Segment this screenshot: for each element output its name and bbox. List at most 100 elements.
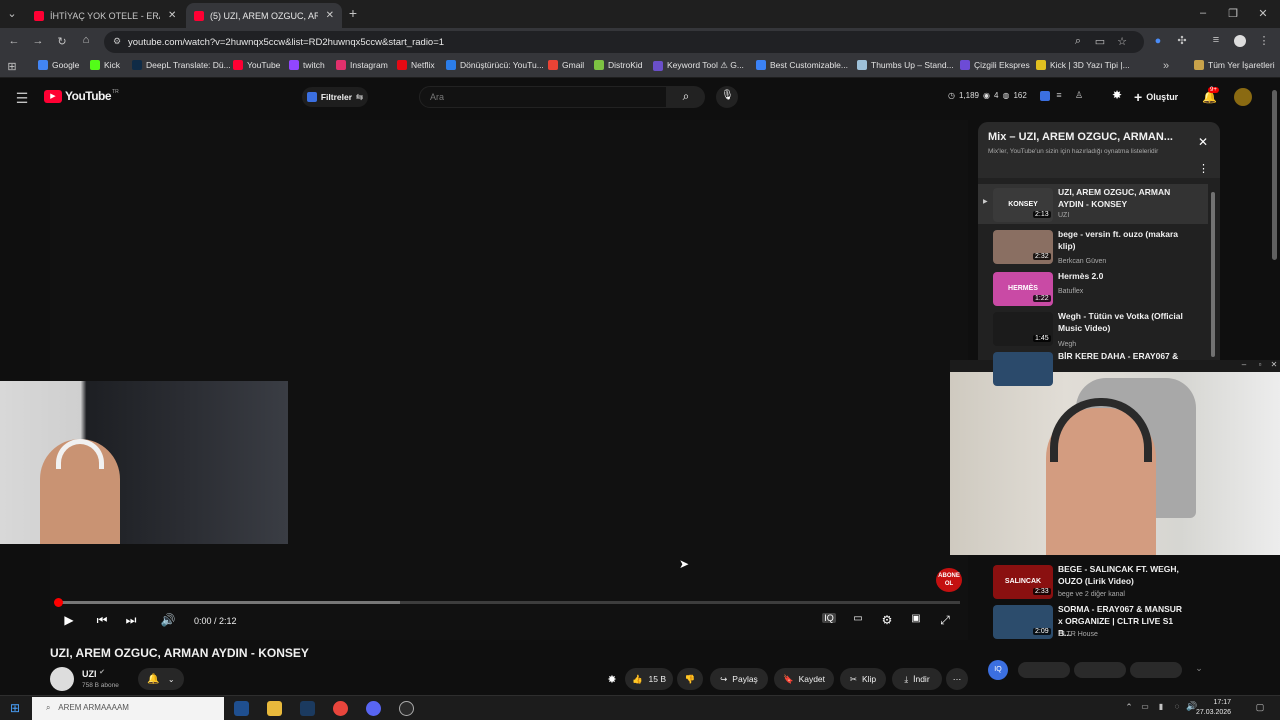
search-input[interactable]: Ara (419, 86, 667, 108)
bookmark-item[interactable]: twitch (289, 60, 325, 70)
taskbar-search-input[interactable]: ⌕ AREM ARMAAAAM (32, 697, 224, 720)
like-button[interactable]: 👍 15 B (625, 668, 673, 690)
extension-pill-3[interactable] (1130, 662, 1182, 678)
bookmark-item[interactable]: Best Customizable... (756, 60, 848, 70)
account-avatar[interactable] (1234, 88, 1252, 106)
cast-icon[interactable]: ▭ (1094, 35, 1106, 48)
fullscreen-icon[interactable]: ⤢ (938, 613, 952, 628)
download-button[interactable]: ⤓ İndir (892, 668, 942, 690)
bookmark-item[interactable]: Keyword Tool ⚠ G... (653, 60, 744, 71)
all-bookmarks-link[interactable]: Tüm Yer İşaretleri (1194, 60, 1275, 70)
address-bar[interactable]: ⚙ youtube.com/watch?v=2huwnqx5ccw&list=R… (104, 31, 1144, 53)
bookmark-item[interactable]: Instagram (336, 60, 388, 70)
bookmark-item[interactable]: Kick | 3D Yazı Tipi |... (1036, 60, 1130, 70)
extension-star-icon[interactable]: ✸ (605, 673, 619, 686)
extension-pill-1[interactable] (1018, 662, 1070, 678)
chevron-down-icon[interactable]: ⌄ (1194, 663, 1204, 674)
next-icon[interactable]: ⏭ (124, 613, 138, 628)
award-icon[interactable]: ♙ (1074, 90, 1084, 101)
dislike-button[interactable]: 👎 (677, 668, 703, 690)
extension-badge-icon[interactable] (1040, 91, 1050, 101)
close-tab-icon[interactable]: ✕ (168, 10, 176, 21)
subscribe-watermark[interactable]: ABONE OL (936, 568, 962, 592)
zoom-icon[interactable]: ⌕ (1072, 35, 1084, 48)
tab-1[interactable]: İHTİYAÇ YOK OTELE - ERAY067 ✕ (26, 3, 186, 28)
close-tab-icon[interactable]: ✕ (326, 10, 334, 21)
playlist-scrollbar[interactable] (1211, 192, 1215, 357)
taskbar-app-icon-1[interactable] (234, 701, 249, 716)
extensions-puzzle-icon[interactable]: ✣ (1176, 34, 1188, 47)
settings-gear-icon[interactable]: ⚙ (880, 613, 894, 627)
extension-iq-icon[interactable]: IQ (822, 613, 836, 623)
steam-icon[interactable] (300, 701, 315, 716)
clip-button[interactable]: ✂ Klip (840, 668, 886, 690)
bookmark-item[interactable]: DeepL Translate: Dü... (132, 60, 231, 70)
bookmark-item[interactable]: DistroKid (594, 60, 642, 70)
notifications-button[interactable]: 🔔 9+ (1200, 87, 1220, 107)
playlist-thumbnail[interactable] (993, 352, 1053, 386)
playlist-item[interactable]: 2:32 bege - versin ft. ouzo (makara klip)… (978, 226, 1208, 266)
bookmark-item[interactable]: Thumbs Up – Stand... (857, 60, 954, 70)
playlist-item[interactable]: BİR KERE DAHA - ERAY067 & (978, 348, 1208, 388)
webcam-maximize-icon[interactable]: ▫ (1256, 360, 1264, 369)
playlist-item[interactable]: ▶ KONSEY 2:13 UZI, AREM OZGUC, ARMAN AYDIN … (978, 184, 1208, 224)
hamburger-menu-icon[interactable]: ☰ (14, 90, 30, 107)
forward-icon[interactable]: → (32, 35, 44, 47)
obs-icon[interactable] (399, 701, 414, 716)
windows-start-icon[interactable]: ⊞ (8, 701, 22, 715)
bookmark-item[interactable]: Google (38, 60, 79, 70)
close-playlist-icon[interactable]: ✕ (1196, 135, 1210, 149)
previous-icon[interactable]: ⏮ (95, 613, 109, 628)
bookmark-item[interactable]: YouTube (233, 60, 280, 70)
back-icon[interactable]: ← (8, 35, 20, 47)
extension-pill-2[interactable] (1074, 662, 1126, 678)
notifications-center-icon[interactable]: ▢ (1254, 702, 1266, 713)
theater-mode-icon[interactable]: ▣ (909, 613, 923, 624)
reload-icon[interactable]: ↻ (56, 35, 68, 48)
file-explorer-icon[interactable] (267, 701, 282, 716)
tray-icon-2[interactable]: ▮ (1156, 702, 1166, 711)
chrome-menu-icon[interactable]: ⋮ (1258, 34, 1270, 47)
more-bookmarks-chevron-icon[interactable]: » (1160, 60, 1172, 72)
youtube-logo[interactable]: ▶ YouTube TR (44, 89, 119, 103)
minimize-window-icon[interactable]: – (1196, 7, 1210, 19)
subtitles-icon[interactable]: ▭ (851, 613, 865, 624)
new-tab-button[interactable]: + (346, 5, 360, 21)
progress-bar[interactable] (57, 601, 960, 604)
playlist-item[interactable]: SALINCAK 2:33 BEGE - SALINCAK FT. WEGH, OU… (978, 561, 1208, 601)
channel-avatar[interactable] (50, 667, 74, 691)
playlist-item[interactable]: 1:45 Wegh - Tütün ve Votka (Official Musi… (978, 308, 1208, 348)
more-actions-button[interactable]: ⋯ (946, 668, 968, 690)
chrome-icon[interactable] (333, 701, 348, 716)
list-icon[interactable]: ≡ (1054, 90, 1064, 100)
webcam-close-icon[interactable]: ✕ (1270, 360, 1278, 369)
filters-button[interactable]: Filtreler ⇆ (302, 87, 368, 107)
notification-bell-button[interactable]: 🔔 ⌄ (138, 668, 184, 690)
webcam-minimize-icon[interactable]: – (1240, 360, 1248, 369)
page-scrollbar[interactable] (1272, 90, 1277, 260)
playlist-title[interactable]: Mix – UZI, AREM OZGUC, ARMAN... (988, 131, 1188, 143)
maximize-window-icon[interactable]: ❐ (1226, 7, 1240, 20)
apps-grid-icon[interactable]: ⊞ (6, 60, 18, 73)
playlist-item[interactable]: 2:09 SORMA - ERAY067 & MANSUR x ORGANIZE … (978, 601, 1208, 641)
media-control-icon[interactable]: ≡ (1210, 34, 1222, 46)
bookmark-star-icon[interactable]: ☆ (1116, 35, 1128, 48)
voice-search-button[interactable]: 🎙 (716, 86, 738, 108)
home-icon[interactable]: ⌂ (80, 34, 92, 46)
bookmark-item[interactable]: Gmail (548, 60, 584, 70)
taskbar-clock[interactable]: 17:17 27.03.2026 (1196, 698, 1231, 718)
create-button[interactable]: + Oluştur (1134, 87, 1192, 107)
channel-name[interactable]: UZI (82, 669, 97, 679)
search-button[interactable]: ⌕ (667, 86, 705, 108)
system-tray-chevron-icon[interactable]: ⌃ (1124, 702, 1134, 713)
bookmark-item[interactable]: Çizgili Ekspres (960, 60, 1030, 70)
tab-list-chevron-icon[interactable]: ⌄ (6, 7, 18, 20)
bookmark-item[interactable]: Dönüştürücü: YouTu... (446, 60, 544, 70)
profile-avatar-icon[interactable] (1234, 35, 1246, 47)
discord-icon[interactable] (366, 701, 381, 716)
bookmark-item[interactable]: Netflix (397, 60, 435, 70)
playlist-menu-icon[interactable]: ⋮ (1198, 162, 1209, 175)
network-icon[interactable]: ◌ (1172, 702, 1182, 711)
save-button[interactable]: 🔖 Kaydet (774, 668, 834, 690)
volume-icon[interactable]: 🔊 (160, 613, 176, 627)
